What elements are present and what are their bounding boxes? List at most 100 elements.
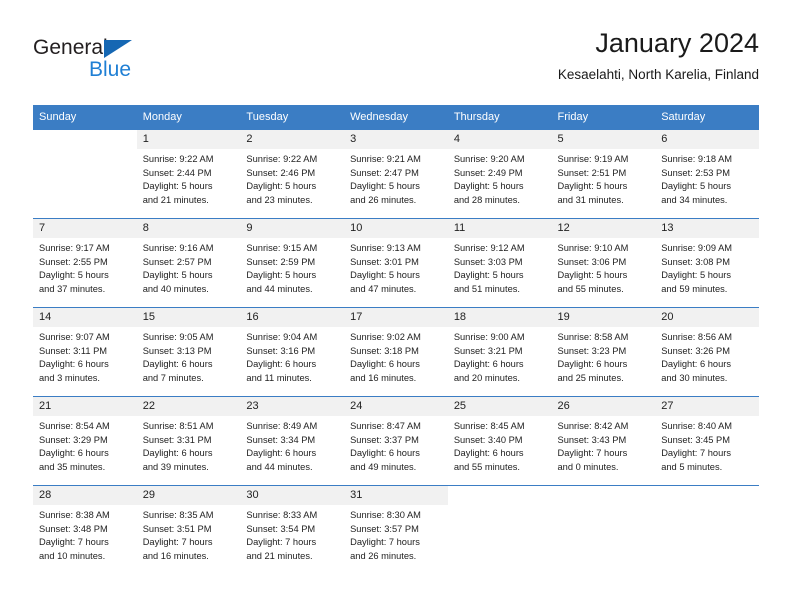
calendar-day-cell[interactable]: 17 Sunrise: 9:02 AM Sunset: 3:18 PM Dayligh…: [344, 307, 448, 397]
day-sun-info: [33, 149, 137, 153]
calendar-day-cell[interactable]: 13 Sunrise: 9:09 AM Sunset: 3:08 PM Dayligh…: [655, 218, 759, 308]
calendar-day-cell[interactable]: 4 Sunrise: 9:20 AM Sunset: 2:49 PM Daylight…: [447, 129, 552, 219]
weekday-header-tuesday: Tuesday: [240, 105, 345, 130]
calendar-day-cell[interactable]: 8 Sunrise: 9:16 AM Sunset: 2:57 PM Daylight…: [136, 218, 241, 308]
day-sun-info: Sunrise: 9:04 AM Sunset: 3:16 PM Daylight:…: [240, 327, 344, 385]
calendar-day-cell[interactable]: 7 Sunrise: 9:17 AM Sunset: 2:55 PM Daylight…: [33, 218, 137, 308]
daylight-text-line2: and 51 minutes.: [453, 283, 520, 294]
daylight-text-line2: and 44 minutes.: [246, 461, 313, 472]
weekday-header-saturday: Saturday: [655, 105, 759, 130]
sunset-text: Sunset: 3:43 PM: [557, 434, 627, 445]
calendar-day-cell[interactable]: 31 Sunrise: 8:30 AM Sunset: 3:57 PM Dayligh…: [344, 485, 448, 574]
calendar-day-cell-empty: [33, 129, 137, 219]
calendar-day-cell[interactable]: 22 Sunrise: 8:51 AM Sunset: 3:31 PM Dayligh…: [136, 396, 241, 486]
calendar-day-cell[interactable]: 5 Sunrise: 9:19 AM Sunset: 2:51 PM Daylight…: [551, 129, 656, 219]
page-header: General Blue January 2024 Kesaelahti, No…: [33, 26, 759, 98]
day-cell-inner: [655, 486, 759, 574]
calendar-day-cell[interactable]: 27 Sunrise: 8:40 AM Sunset: 3:45 PM Dayligh…: [655, 396, 759, 486]
sunrise-text: Sunrise: 9:04 AM: [246, 332, 318, 342]
sunset-text: Sunset: 2:55 PM: [39, 256, 108, 267]
calendar-day-cell[interactable]: 9 Sunrise: 9:15 AM Sunset: 2:59 PM Daylight…: [240, 218, 345, 308]
daylight-text-line1: Daylight: 7 hours: [246, 537, 317, 548]
day-number: 22: [136, 397, 241, 416]
calendar-day-cell[interactable]: 23 Sunrise: 8:49 AM Sunset: 3:34 PM Dayligh…: [240, 396, 345, 486]
day-number: 10: [344, 219, 448, 238]
calendar-day-cell[interactable]: 11 Sunrise: 9:12 AM Sunset: 3:03 PM Dayligh…: [447, 218, 552, 308]
sunrise-text: Sunrise: 9:09 AM: [661, 243, 733, 253]
day-cell-inner: 23 Sunrise: 8:49 AM Sunset: 3:34 PM Dayligh…: [240, 397, 345, 485]
day-sun-info: Sunrise: 9:09 AM Sunset: 3:08 PM Daylight:…: [655, 238, 759, 296]
day-cell-inner: [552, 486, 656, 574]
logo-word-general: General: [33, 36, 108, 59]
day-number: 26: [551, 397, 656, 416]
day-sun-info: Sunrise: 8:35 AM Sunset: 3:51 PM Daylight:…: [137, 505, 241, 563]
sunrise-text: Sunrise: 9:22 AM: [246, 154, 318, 164]
day-cell-inner: 14 Sunrise: 9:07 AM Sunset: 3:11 PM Dayligh…: [33, 308, 137, 396]
daylight-text-line2: and 7 minutes.: [142, 372, 204, 383]
sunset-text: Sunset: 3:34 PM: [246, 434, 316, 445]
sunset-text: Sunset: 2:59 PM: [246, 256, 316, 267]
sunset-text: Sunset: 3:13 PM: [142, 345, 212, 356]
day-number: 2: [240, 130, 345, 149]
calendar-day-cell[interactable]: 24 Sunrise: 8:47 AM Sunset: 3:37 PM Dayligh…: [344, 396, 448, 486]
sunrise-text: Sunrise: 8:47 AM: [350, 421, 421, 431]
daylight-text-line1: Daylight: 7 hours: [350, 537, 420, 548]
calendar-day-cell[interactable]: 25 Sunrise: 8:45 AM Sunset: 3:40 PM Dayligh…: [447, 396, 552, 486]
calendar-day-cell[interactable]: 14 Sunrise: 9:07 AM Sunset: 3:11 PM Dayligh…: [33, 307, 137, 397]
day-cell-inner: 2 Sunrise: 9:22 AM Sunset: 2:46 PM Daylight…: [240, 130, 345, 218]
day-sun-info: Sunrise: 9:18 AM Sunset: 2:53 PM Daylight:…: [655, 149, 759, 207]
weekday-header-friday: Friday: [551, 105, 656, 130]
daylight-text-line1: Daylight: 5 hours: [557, 270, 628, 281]
day-number: 25: [447, 397, 552, 416]
calendar-day-cell[interactable]: 21 Sunrise: 8:54 AM Sunset: 3:29 PM Dayligh…: [33, 396, 137, 486]
daylight-text-line1: Daylight: 7 hours: [39, 537, 109, 548]
day-sun-info: Sunrise: 9:16 AM Sunset: 2:57 PM Daylight:…: [137, 238, 241, 296]
triangle-icon: [104, 40, 132, 58]
sunrise-text: Sunrise: 8:30 AM: [350, 510, 421, 520]
calendar-day-cell[interactable]: 10 Sunrise: 9:13 AM Sunset: 3:01 PM Dayligh…: [344, 218, 448, 308]
sunset-text: Sunset: 3:18 PM: [350, 345, 419, 356]
day-cell-inner: 20 Sunrise: 8:56 AM Sunset: 3:26 PM Dayligh…: [655, 308, 759, 396]
calendar-day-cell[interactable]: 30 Sunrise: 8:33 AM Sunset: 3:54 PM Dayligh…: [240, 485, 345, 574]
calendar-grid: Sunday Monday Tuesday Wednesday Thursday…: [33, 105, 759, 574]
daylight-text-line1: Daylight: 5 hours: [246, 270, 317, 281]
sunrise-text: Sunrise: 8:38 AM: [39, 510, 110, 520]
sunset-text: Sunset: 3:11 PM: [39, 345, 108, 356]
daylight-text-line1: Daylight: 5 hours: [39, 270, 109, 281]
calendar-day-cell[interactable]: 20 Sunrise: 8:56 AM Sunset: 3:26 PM Dayligh…: [655, 307, 759, 397]
calendar-day-cell[interactable]: 1 Sunrise: 9:22 AM Sunset: 2:44 PM Daylight…: [136, 129, 241, 219]
day-cell-inner: 21 Sunrise: 8:54 AM Sunset: 3:29 PM Dayligh…: [33, 397, 137, 485]
sunset-text: Sunset: 2:47 PM: [350, 167, 419, 178]
calendar-day-cell[interactable]: 6 Sunrise: 9:18 AM Sunset: 2:53 PM Daylight…: [655, 129, 759, 219]
sunset-text: Sunset: 2:44 PM: [142, 167, 212, 178]
general-blue-logo[interactable]: General Blue: [33, 36, 193, 88]
calendar-day-cell[interactable]: 19 Sunrise: 8:58 AM Sunset: 3:23 PM Dayligh…: [551, 307, 656, 397]
calendar-day-cell[interactable]: 28 Sunrise: 8:38 AM Sunset: 3:48 PM Dayligh…: [33, 485, 137, 574]
calendar-day-cell[interactable]: 18 Sunrise: 9:00 AM Sunset: 3:21 PM Dayligh…: [447, 307, 552, 397]
calendar-day-cell[interactable]: 16 Sunrise: 9:04 AM Sunset: 3:16 PM Dayligh…: [240, 307, 345, 397]
calendar-day-cell[interactable]: 29 Sunrise: 8:35 AM Sunset: 3:51 PM Dayligh…: [136, 485, 241, 574]
sunrise-text: Sunrise: 9:10 AM: [557, 243, 629, 253]
calendar-day-cell[interactable]: 2 Sunrise: 9:22 AM Sunset: 2:46 PM Daylight…: [240, 129, 345, 219]
day-sun-info: Sunrise: 9:13 AM Sunset: 3:01 PM Daylight:…: [344, 238, 448, 296]
calendar-day-cell[interactable]: 12 Sunrise: 9:10 AM Sunset: 3:06 PM Dayligh…: [551, 218, 656, 308]
daylight-text-line1: Daylight: 6 hours: [557, 359, 628, 370]
day-sun-info: Sunrise: 9:05 AM Sunset: 3:13 PM Daylight:…: [137, 327, 241, 385]
daylight-text-line1: Daylight: 5 hours: [350, 181, 420, 192]
day-cell-inner: [448, 486, 552, 574]
day-number: 8: [136, 219, 241, 238]
sunrise-text: Sunrise: 8:33 AM: [246, 510, 318, 520]
daylight-text-line1: Daylight: 7 hours: [142, 537, 213, 548]
calendar-body: 1 Sunrise: 9:22 AM Sunset: 2:44 PM Daylight…: [33, 129, 759, 574]
daylight-text-line1: Daylight: 6 hours: [350, 448, 420, 459]
calendar-day-cell[interactable]: 3 Sunrise: 9:21 AM Sunset: 2:47 PM Daylight…: [344, 129, 448, 219]
sunset-text: Sunset: 2:53 PM: [661, 167, 730, 178]
daylight-text-line1: Daylight: 6 hours: [661, 359, 731, 370]
sunset-text: Sunset: 3:48 PM: [39, 523, 108, 534]
calendar-day-cell[interactable]: 26 Sunrise: 8:42 AM Sunset: 3:43 PM Dayligh…: [551, 396, 656, 486]
calendar-day-cell[interactable]: 15 Sunrise: 9:05 AM Sunset: 3:13 PM Dayligh…: [136, 307, 241, 397]
day-number: 5: [551, 130, 656, 149]
sunrise-text: Sunrise: 9:15 AM: [246, 243, 318, 253]
day-cell-inner: 17 Sunrise: 9:02 AM Sunset: 3:18 PM Dayligh…: [344, 308, 448, 396]
day-cell-inner: 30 Sunrise: 8:33 AM Sunset: 3:54 PM Dayligh…: [240, 486, 345, 574]
